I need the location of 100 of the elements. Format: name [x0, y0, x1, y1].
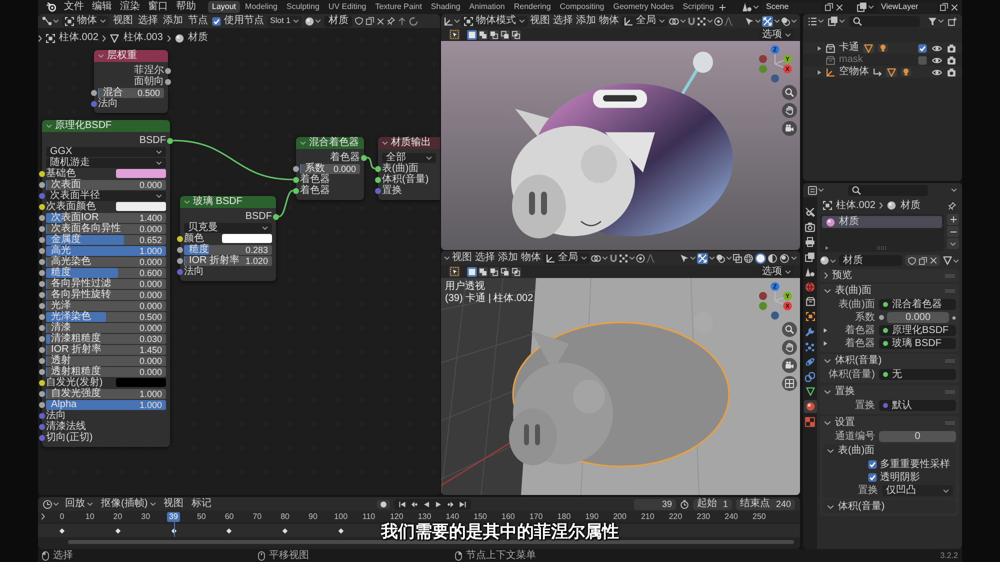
selection-mode-button[interactable] — [467, 266, 477, 276]
editor-type-button[interactable] — [808, 186, 824, 194]
shading-mode-button[interactable] — [743, 252, 754, 264]
workspace-tab[interactable]: Texture Paint — [371, 1, 426, 13]
number-field[interactable]: 0.000 — [887, 312, 949, 323]
current-frame-field[interactable]: 39 — [634, 498, 676, 510]
node-link[interactable] — [278, 190, 294, 218]
menu-item[interactable]: 选择 — [137, 15, 159, 27]
shader-node[interactable]: 混合着色器 着色器 系数 0.000 着色器 着色器 — [296, 137, 364, 200]
keyframe-icon[interactable] — [226, 528, 232, 534]
stopwatch-icon[interactable] — [680, 500, 689, 508]
workspace-tab[interactable]: Geometry Nodes — [609, 1, 678, 13]
triangle-right-icon[interactable] — [817, 46, 822, 50]
breadcrumb-item[interactable]: 材质 — [900, 200, 920, 212]
start-frame-field[interactable]: 起始 1 — [692, 498, 732, 510]
diamond-forward-icon[interactable] — [446, 500, 454, 508]
panel-header[interactable]: 预览 — [820, 269, 959, 282]
selection-mode-button[interactable] — [511, 30, 521, 40]
orientation-dropdown[interactable]: 全局 — [621, 16, 668, 26]
workspace-tab[interactable]: Modeling — [241, 1, 282, 13]
value-slider[interactable]: 透射粗糙度 0.000 — [46, 366, 166, 376]
workspace-tab[interactable]: Scripting — [678, 1, 718, 13]
material-slot[interactable]: 材质 — [822, 216, 942, 228]
socket-icon[interactable] — [177, 246, 183, 252]
caret-icon[interactable] — [444, 256, 450, 260]
socket-icon[interactable] — [361, 154, 367, 160]
menu-item[interactable]: 回放 — [63, 498, 95, 510]
selection-mode-button[interactable] — [478, 266, 488, 276]
material-name-field[interactable]: 材质 — [839, 255, 902, 266]
dropdown[interactable]: 随机游走 — [46, 158, 166, 168]
workspace-tab[interactable]: Compositing — [556, 1, 608, 13]
node-header[interactable]: 层权重 — [94, 50, 168, 62]
panel-header[interactable]: 置换 — [820, 385, 959, 398]
blender-logo-icon[interactable] — [46, 2, 56, 12]
workspace-tab[interactable]: Animation — [465, 1, 509, 13]
properties-tab[interactable] — [804, 340, 816, 353]
material-name-field[interactable]: 材质 — [324, 16, 352, 26]
value-slider[interactable]: 各向异性旋转 0.000 — [46, 290, 166, 300]
camera-icon[interactable] — [947, 44, 956, 52]
panel-header[interactable]: 体积(音量) — [823, 500, 956, 513]
dropdown[interactable]: 贝克曼 — [184, 222, 272, 232]
properties-tab[interactable] — [804, 235, 816, 248]
close-icon[interactable] — [951, 4, 958, 10]
properties-tab[interactable] — [804, 295, 816, 308]
socket-icon[interactable] — [273, 214, 279, 220]
editor-type-button[interactable] — [43, 500, 59, 508]
shader-link-field[interactable]: 默认 — [879, 400, 956, 411]
properties-tab[interactable] — [804, 220, 816, 233]
outliner-item[interactable]: 卡通 — [839, 42, 859, 54]
triangle-right-icon[interactable] — [825, 246, 829, 250]
close-icon[interactable] — [836, 4, 843, 10]
value-slider[interactable]: 次表面 0.000 — [46, 180, 166, 190]
copy-icon[interactable] — [940, 3, 948, 11]
snap-target-button[interactable] — [697, 16, 713, 26]
checkbox[interactable] — [868, 473, 877, 482]
dropdown[interactable]: 全部 — [382, 152, 436, 162]
socket-icon[interactable] — [39, 292, 45, 298]
value-slider[interactable]: 各向异性过滤 0.000 — [46, 278, 166, 288]
target-icon[interactable] — [636, 254, 645, 262]
shading-mode-button[interactable] — [755, 252, 766, 264]
overlay-toggle-button[interactable] — [762, 16, 780, 26]
swatch-icon[interactable] — [222, 234, 272, 243]
menu-item[interactable]: 文件 — [60, 1, 88, 13]
socket-icon[interactable] — [91, 90, 97, 96]
search-field[interactable] — [849, 16, 920, 26]
value-slider[interactable]: 糙度 0.283 — [184, 244, 272, 254]
material-browse-button[interactable] — [305, 16, 322, 26]
shader-node[interactable]: 材质输出 全部 表(曲)面 体积(音量) 置换 — [378, 137, 440, 200]
socket-icon[interactable] — [39, 368, 45, 374]
value-slider[interactable]: 次表面各向异性 0.000 — [46, 224, 166, 234]
properties-tab[interactable] — [804, 400, 816, 413]
gizmo-button[interactable] — [745, 16, 761, 26]
close-icon[interactable] — [930, 257, 937, 264]
breadcrumb-item[interactable]: 柱体.002 — [59, 32, 98, 44]
value-slider[interactable]: 光泽染色 0.500 — [46, 312, 166, 322]
value-slider[interactable]: 清漆 0.000 — [46, 322, 166, 332]
triangle-right-icon[interactable] — [817, 70, 822, 74]
shader-link-field[interactable]: 混合着色器 — [879, 299, 956, 310]
socket-icon[interactable] — [39, 280, 45, 286]
remove-slot-button[interactable] — [947, 226, 959, 237]
shading-mode-button[interactable] — [779, 252, 790, 264]
menu-item[interactable]: 视图 — [451, 252, 473, 264]
workspace-tab[interactable]: Shading — [426, 1, 464, 13]
properties-tab[interactable] — [804, 325, 816, 338]
swatch-icon[interactable] — [116, 169, 166, 178]
socket-icon[interactable] — [39, 380, 45, 386]
node-link[interactable] — [366, 156, 376, 170]
node-header[interactable]: 混合着色器 — [296, 137, 364, 149]
menu-item[interactable]: 标记 — [190, 498, 214, 510]
menu-item[interactable]: 帮助 — [172, 1, 200, 13]
panel-header[interactable]: 设置 — [820, 416, 959, 429]
copy-icon[interactable] — [919, 256, 927, 264]
grip-dots-icon[interactable] — [877, 246, 887, 250]
triangle-right-icon[interactable] — [823, 328, 828, 333]
selection-mode-button[interactable] — [467, 30, 477, 40]
checkbox[interactable] — [212, 16, 221, 26]
overlay-toggle-button[interactable] — [697, 252, 715, 264]
close-icon[interactable] — [377, 18, 384, 24]
value-slider[interactable]: 自发光强度 1.000 — [46, 388, 166, 398]
view-layer-browse-button[interactable] — [857, 2, 874, 12]
